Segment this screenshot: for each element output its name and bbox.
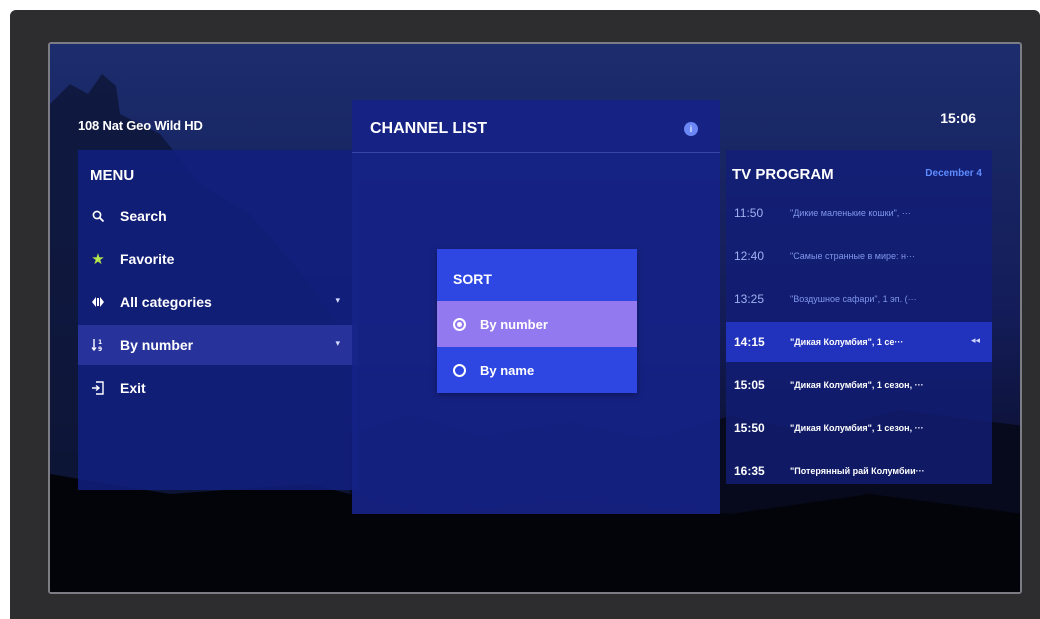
program-time: 14:15	[734, 335, 765, 349]
program-time: 15:05	[734, 378, 765, 392]
menu-item-all-categories[interactable]: All categories ▾	[78, 282, 358, 322]
menu-item-label: By number	[120, 337, 194, 353]
menu-item-label: Favorite	[120, 251, 175, 267]
program-row[interactable]: 11:50 "Дикие маленькие кошки", ···	[726, 193, 992, 233]
exit-icon	[90, 380, 106, 396]
program-name: "Самые странные в мире: н···	[790, 251, 915, 261]
tv-program-panel: TV PROGRAM December 4 11:50 "Дикие мален…	[726, 150, 992, 484]
search-icon	[90, 208, 106, 224]
program-time: 11:50	[734, 206, 764, 220]
program-row[interactable]: 12:40 "Самые странные в мире: н···	[726, 236, 992, 276]
program-name: "Дикая Колумбия", 1 сезон, ···	[790, 380, 924, 390]
more-icon[interactable]: ◂◂	[971, 335, 980, 346]
program-row[interactable]: 16:35 "Потерянный рай Колумбии···	[726, 451, 992, 491]
divider	[352, 152, 720, 153]
program-name: "Дикие маленькие кошки", ···	[790, 208, 911, 218]
menu-item-by-number[interactable]: 19 By number ▾	[78, 325, 358, 365]
menu-panel: MENU Search ★ Favorite All categories ▾ …	[78, 150, 358, 490]
program-time: 16:35	[734, 464, 765, 478]
star-icon: ★	[91, 251, 105, 268]
program-name: "Воздушное сафари", 1 эп. (···	[790, 294, 917, 304]
menu-item-label: Exit	[120, 380, 146, 396]
info-icon[interactable]: i	[684, 122, 698, 136]
program-time: 13:25	[734, 292, 765, 306]
program-row[interactable]: 15:50 "Дикая Колумбия", 1 сезон, ···	[726, 408, 992, 448]
tv-screen: 108 Nat Geo Wild HD 15:06 MENU Search ★ …	[48, 42, 1022, 594]
program-time: 15:50	[734, 421, 765, 435]
program-name: "Потерянный рай Колумбии···	[790, 466, 925, 476]
sort-option-label: By name	[480, 362, 535, 378]
tv-program-date: December 4	[925, 168, 982, 179]
categories-icon	[90, 294, 106, 310]
program-row-current[interactable]: 14:15 "Дикая Колумбия", 1 се··· ◂◂	[726, 322, 992, 362]
chevron-down-icon: ▾	[335, 338, 340, 348]
sort-dialog-title: SORT	[453, 271, 492, 287]
program-name: "Дикая Колумбия", 1 се···	[790, 337, 904, 347]
menu-item-search[interactable]: Search	[78, 196, 358, 236]
radio-selected-icon	[453, 317, 466, 331]
program-row[interactable]: 13:25 "Воздушное сафари", 1 эп. (···	[726, 279, 992, 319]
current-channel-title: 108 Nat Geo Wild HD	[78, 118, 203, 133]
sort-dialog: SORT By number By name	[437, 249, 637, 393]
sort-option-by-number[interactable]: By number	[437, 301, 637, 347]
menu-item-exit[interactable]: Exit	[78, 368, 358, 408]
sort-icon: 19	[90, 337, 106, 353]
channel-list-title: CHANNEL LIST	[370, 120, 488, 137]
svg-text:9: 9	[98, 346, 102, 352]
chevron-down-icon: ▾	[335, 295, 340, 305]
sort-option-by-name[interactable]: By name	[437, 347, 637, 393]
clock: 15:06	[940, 110, 976, 126]
menu-item-favorite[interactable]: ★ Favorite	[78, 239, 358, 279]
program-row[interactable]: 15:05 "Дикая Колумбия", 1 сезон, ···	[726, 365, 992, 405]
radio-unselected-icon	[453, 363, 466, 377]
program-name: "Дикая Колумбия", 1 сезон, ···	[790, 423, 924, 433]
sort-option-label: By number	[480, 316, 548, 332]
menu-title: MENU	[90, 167, 135, 184]
menu-item-label: All categories	[120, 294, 212, 310]
menu-item-label: Search	[120, 208, 167, 224]
tv-program-title: TV PROGRAM	[732, 166, 834, 183]
program-time: 12:40	[734, 249, 765, 263]
svg-text:1: 1	[98, 339, 102, 346]
